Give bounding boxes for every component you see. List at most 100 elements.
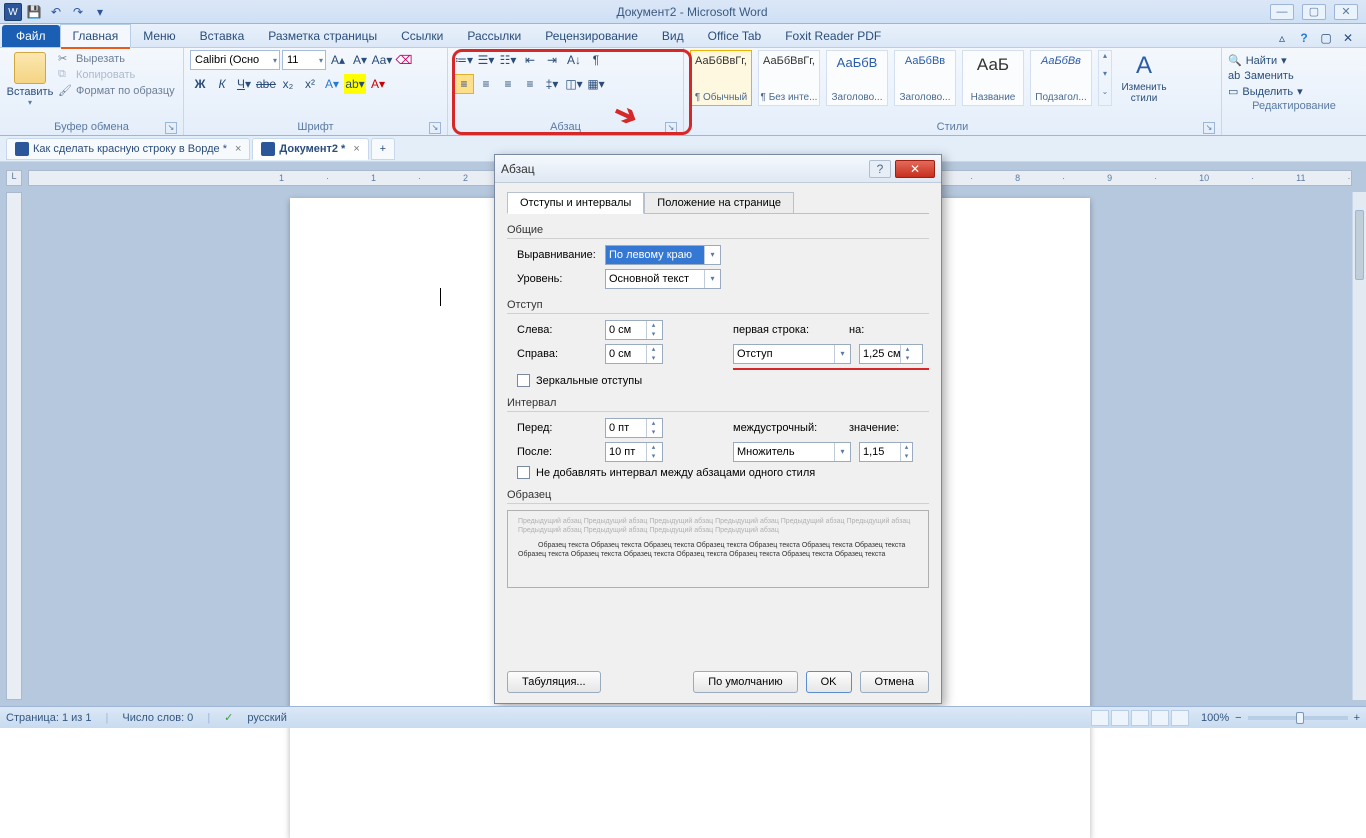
view-web-icon[interactable] (1131, 710, 1149, 726)
save-icon[interactable]: 💾 (24, 3, 44, 21)
vertical-scrollbar[interactable] (1352, 192, 1366, 700)
paragraph-launcher-icon[interactable]: ↘ (665, 122, 677, 134)
shrink-font-icon[interactable]: A▾ (350, 50, 370, 70)
minimize-icon[interactable]: — (1270, 4, 1294, 20)
grow-font-icon[interactable]: A▴ (328, 50, 348, 70)
before-spinner[interactable]: ▴▾ (605, 418, 663, 438)
status-lang[interactable]: русский (247, 712, 286, 724)
align-center-icon[interactable]: ≡ (476, 74, 496, 94)
align-dropdown[interactable]: По левому краю▾ (605, 245, 721, 265)
redo-icon[interactable]: ↷ (68, 3, 88, 21)
word-app-icon[interactable]: W (4, 3, 22, 21)
styles-scroll-down-icon[interactable]: ▾ (1099, 69, 1111, 87)
change-case-icon[interactable]: Aa▾ (372, 50, 392, 70)
close-doc-icon[interactable]: ✕ (1340, 31, 1356, 47)
minimize-ribbon-icon[interactable]: ▵ (1274, 31, 1290, 47)
copy-button[interactable]: ⧉Копировать (58, 68, 175, 82)
zoom-slider[interactable] (1248, 716, 1348, 720)
change-styles-button[interactable]: A Изменить стили (1116, 50, 1172, 104)
close-tab-icon[interactable]: × (235, 143, 241, 155)
tabulation-button[interactable]: Табуляция... (507, 671, 601, 693)
doctab-1[interactable]: Документ2 *× (252, 138, 368, 160)
text-effects-icon[interactable]: A▾ (322, 74, 342, 94)
align-left-icon[interactable]: ≡ (454, 74, 474, 94)
style-title[interactable]: АаБНазвание (962, 50, 1024, 106)
tab-review[interactable]: Рецензирование (533, 25, 650, 47)
tab-office[interactable]: Office Tab (696, 25, 774, 47)
firstline-dropdown[interactable]: Отступ▾ (733, 344, 851, 364)
view-read-icon[interactable] (1111, 710, 1129, 726)
subscript-icon[interactable]: x₂ (278, 74, 298, 94)
status-page[interactable]: Страница: 1 из 1 (6, 712, 92, 724)
strike-icon[interactable]: abe (256, 74, 276, 94)
default-button[interactable]: По умолчанию (693, 671, 797, 693)
font-name-combo[interactable]: Calibri (Осно▾ (190, 50, 280, 70)
noadd-checkbox[interactable] (517, 466, 530, 479)
close-icon[interactable]: ✕ (1334, 4, 1358, 20)
numbering-icon[interactable]: ☰▾ (476, 50, 496, 70)
find-button[interactable]: 🔍Найти ▾ (1228, 54, 1360, 67)
style-nospacing[interactable]: АаБбВвГг,¶ Без инте... (758, 50, 820, 106)
superscript-icon[interactable]: x² (300, 74, 320, 94)
status-words[interactable]: Число слов: 0 (122, 712, 193, 724)
close-tab-icon[interactable]: × (353, 143, 359, 155)
tab-layout[interactable]: Разметка страницы (256, 25, 389, 47)
line-spacing-icon[interactable]: ‡▾ (542, 74, 562, 94)
multilevel-icon[interactable]: ☷▾ (498, 50, 518, 70)
dlg-tab-indents[interactable]: Отступы и интервалы (507, 192, 644, 214)
tab-mailings[interactable]: Рассылки (455, 25, 533, 47)
tab-view[interactable]: Вид (650, 25, 696, 47)
view-outline-icon[interactable] (1151, 710, 1169, 726)
italic-icon[interactable]: К (212, 74, 232, 94)
shading-icon[interactable]: ◫▾ (564, 74, 584, 94)
new-tab-button[interactable]: + (371, 138, 395, 160)
view-draft-icon[interactable] (1171, 710, 1189, 726)
align-right-icon[interactable]: ≡ (498, 74, 518, 94)
linespacing-value-spinner[interactable]: ▴▾ (859, 442, 913, 462)
styles-launcher-icon[interactable]: ↘ (1203, 122, 1215, 134)
decrease-indent-icon[interactable]: ⇤ (520, 50, 540, 70)
after-spinner[interactable]: ▴▾ (605, 442, 663, 462)
paste-button[interactable]: Вставить ▾ (6, 50, 54, 107)
dialog-close-icon[interactable]: ✕ (895, 160, 935, 178)
clipboard-launcher-icon[interactable]: ↘ (165, 122, 177, 134)
sort-icon[interactable]: A↓ (564, 50, 584, 70)
tab-references[interactable]: Ссылки (389, 25, 455, 47)
zoom-out-icon[interactable]: − (1235, 712, 1241, 724)
undo-icon[interactable]: ↶ (46, 3, 66, 21)
font-launcher-icon[interactable]: ↘ (429, 122, 441, 134)
zoom-in-icon[interactable]: + (1354, 712, 1360, 724)
cut-button[interactable]: ✂Вырезать (58, 52, 175, 66)
font-color-icon[interactable]: A▾ (368, 74, 388, 94)
font-size-combo[interactable]: 11▾ (282, 50, 326, 70)
underline-icon[interactable]: Ч▾ (234, 74, 254, 94)
tab-insert[interactable]: Вставка (188, 25, 257, 47)
style-heading2[interactable]: АаБбВвЗаголово... (894, 50, 956, 106)
replace-button[interactable]: abЗаменить (1228, 70, 1360, 82)
spellcheck-icon[interactable]: ✓ (224, 711, 233, 724)
style-heading1[interactable]: АаБбВЗаголово... (826, 50, 888, 106)
maximize-icon[interactable]: ▢ (1302, 4, 1326, 20)
justify-icon[interactable]: ≡ (520, 74, 540, 94)
tab-foxit[interactable]: Foxit Reader PDF (773, 25, 893, 47)
clear-format-icon[interactable]: ⌫ (394, 50, 414, 70)
bullets-icon[interactable]: ≔▾ (454, 50, 474, 70)
linespacing-dropdown[interactable]: Множитель▾ (733, 442, 851, 462)
level-dropdown[interactable]: Основной текст▾ (605, 269, 721, 289)
view-print-icon[interactable] (1091, 710, 1109, 726)
qat-dropdown-icon[interactable]: ▾ (90, 3, 110, 21)
tab-home[interactable]: Главная (60, 24, 132, 48)
mirror-checkbox[interactable] (517, 374, 530, 387)
window-state-icon[interactable]: ▢ (1318, 31, 1334, 47)
zoom-thumb[interactable] (1296, 712, 1304, 724)
doctab-0[interactable]: Как сделать красную строку в Ворде *× (6, 138, 250, 160)
firstline-value-spinner[interactable]: ▴▾ (859, 344, 923, 364)
borders-icon[interactable]: ▦▾ (586, 74, 606, 94)
left-spinner[interactable]: ▴▾ (605, 320, 663, 340)
highlight-icon[interactable]: ab▾ (344, 74, 366, 94)
bold-icon[interactable]: Ж (190, 74, 210, 94)
style-normal[interactable]: АаБбВвГг,¶ Обычный (690, 50, 752, 106)
vertical-ruler[interactable] (6, 192, 22, 700)
select-button[interactable]: ▭Выделить ▾ (1228, 85, 1360, 98)
cancel-button[interactable]: Отмена (860, 671, 929, 693)
